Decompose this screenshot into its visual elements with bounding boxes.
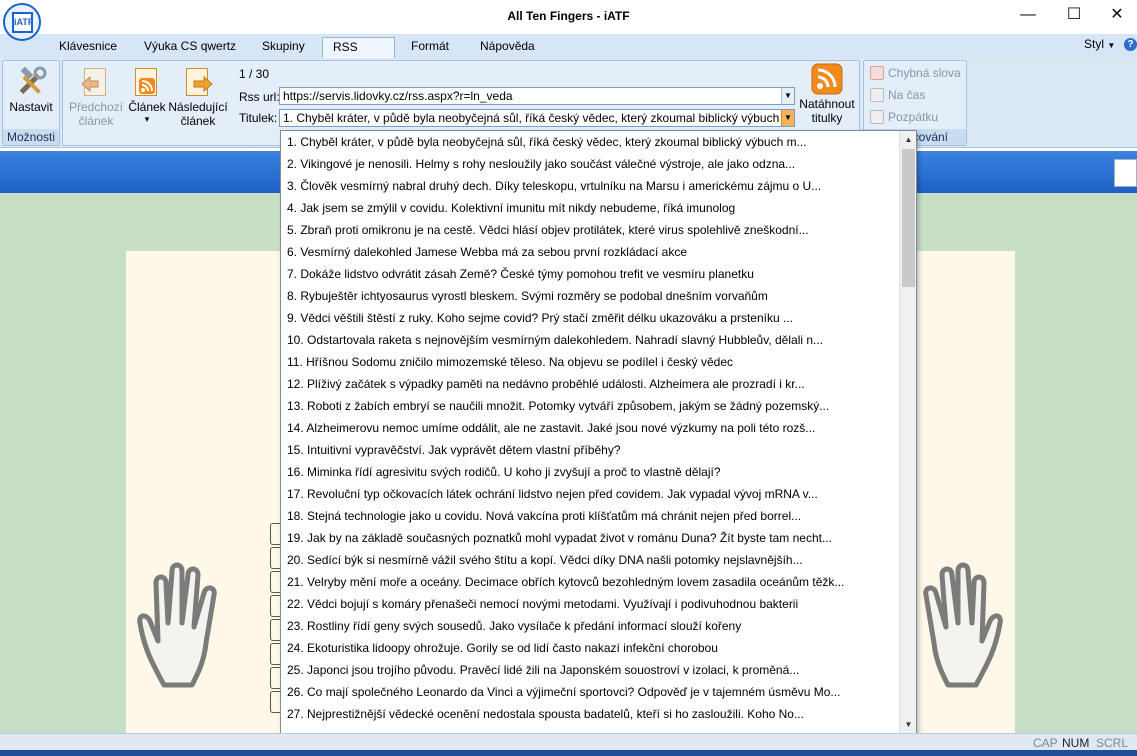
- title-option[interactable]: 21. Velryby mění moře a oceány. Decimace…: [281, 571, 899, 593]
- rss-icon: [811, 63, 843, 95]
- tab-klavesnice[interactable]: Klávesnice: [49, 37, 127, 58]
- caps-lock-indicator: CAP: [1033, 736, 1058, 750]
- chevron-down-icon: ▾: [144, 114, 150, 124]
- error-words-icon: [870, 66, 884, 80]
- tab-vyuka[interactable]: Výuka CS qwertz: [134, 37, 246, 58]
- title-option[interactable]: 24. Ekoturistika lidoopy ohrožuje. Goril…: [281, 637, 899, 659]
- prev-article-icon: [80, 66, 112, 98]
- right-hand-icon: [906, 553, 1006, 693]
- settings-button[interactable]: Nastavit: [5, 63, 57, 114]
- title-select[interactable]: 1. Chyběl kráter, v půdě byla neobyčejná…: [279, 109, 795, 127]
- minimize-button[interactable]: —: [1005, 0, 1051, 32]
- title-option[interactable]: 8. Rybuještěr ichtyosaurus vyrostl blesk…: [281, 285, 899, 307]
- taskbar-strip: [0, 750, 1137, 756]
- title-label: Titulek:: [239, 111, 278, 125]
- rss-url-input[interactable]: https://servis.lidovky.cz/rss.aspx?r=ln_…: [279, 87, 795, 105]
- fetch-titles-label-2: titulky: [811, 111, 843, 125]
- title-option[interactable]: 3. Člověk vesmírný nabral druhý dech. Dí…: [281, 175, 899, 197]
- dropdown-scrollbar[interactable]: ▲ ▼: [899, 131, 916, 733]
- style-menu[interactable]: Styl ▼: [1084, 37, 1115, 51]
- title-option[interactable]: 16. Miminka řídí agresivitu svých rodičů…: [281, 461, 899, 483]
- title-option[interactable]: 12. Plíživý začátek s výpadky paměti na …: [281, 373, 899, 395]
- backward-button[interactable]: Pozpátku: [870, 110, 938, 124]
- clock-icon: [870, 88, 884, 102]
- tools-icon: [15, 66, 47, 98]
- group-options-caption: Možnosti: [3, 129, 59, 145]
- prev-article-button[interactable]: Předchozí článek: [67, 63, 125, 128]
- scroll-down-icon[interactable]: ▼: [900, 716, 916, 733]
- next-article-label-1: Následující: [168, 100, 228, 114]
- article-menu-button[interactable]: Článek ▾: [125, 63, 169, 125]
- title-option[interactable]: 11. Hříšnou Sodomu zničilo mimozemské tě…: [281, 351, 899, 373]
- article-label: Článek: [128, 100, 166, 114]
- num-lock-indicator: NUM: [1062, 736, 1090, 750]
- title-option[interactable]: 22. Vědci bojují s komáry přenašeči nemo…: [281, 593, 899, 615]
- backward-label: Pozpátku: [888, 110, 939, 124]
- help-icon[interactable]: ?: [1124, 38, 1137, 51]
- title-option[interactable]: 4. Jak jsem se zmýlil v covidu. Kolektiv…: [281, 197, 899, 219]
- title-option[interactable]: 5. Zbraň proti omikronu je na cestě. Věd…: [281, 219, 899, 241]
- maximize-button[interactable]: ☐: [1051, 0, 1097, 32]
- style-menu-label: Styl: [1084, 37, 1105, 51]
- rss-url-label: Rss url:: [239, 90, 280, 104]
- scroll-thumb[interactable]: [902, 149, 915, 287]
- scroll-lock-indicator: SCRL: [1096, 736, 1129, 750]
- title-bar: iATF All Ten Fingers - iATF — ☐ ✕: [0, 0, 1137, 41]
- left-hand-icon: [134, 553, 234, 693]
- app-logo-text: iATF: [12, 12, 33, 33]
- prev-article-label-1: Předchozí: [68, 100, 124, 114]
- title-option[interactable]: 9. Vědci věštili štěstí z ruky. Koho sej…: [281, 307, 899, 329]
- error-words-label: Chybná slova: [888, 66, 961, 80]
- backward-icon: [870, 110, 884, 124]
- window-title: All Ten Fingers - iATF: [507, 9, 630, 23]
- group-options: Nastavit Možnosti: [2, 60, 60, 146]
- scroll-up-icon[interactable]: ▲: [900, 131, 916, 148]
- title-option[interactable]: 17. Revoluční typ očkovacích látek ochrá…: [281, 483, 899, 505]
- timed-button[interactable]: Na čas: [870, 88, 925, 102]
- title-option[interactable]: 1. Chyběl kráter, v půdě byla neobyčejná…: [281, 131, 899, 153]
- title-option[interactable]: 27. Nejprestižnější vědecké ocenění nedo…: [281, 703, 899, 725]
- close-window-button[interactable]: ✕: [1094, 0, 1137, 32]
- prev-article-label-2: článek: [78, 114, 114, 128]
- next-article-label-2: článek: [180, 114, 216, 128]
- title-option[interactable]: 26. Co mají společného Leonardo da Vinci…: [281, 681, 899, 703]
- app-logo-icon[interactable]: iATF: [3, 3, 41, 41]
- fetch-titles-button[interactable]: Natáhnout titulky: [796, 60, 858, 125]
- chevron-down-icon[interactable]: ▼: [781, 88, 794, 104]
- title-option[interactable]: 19. Jak by na základě současných poznatk…: [281, 527, 899, 549]
- title-option[interactable]: 10. Odstartovala raketa s nejnovějším ve…: [281, 329, 899, 351]
- timed-label: Na čas: [888, 88, 926, 102]
- title-option[interactable]: 18. Stejná technologie jako u covidu. No…: [281, 505, 899, 527]
- tab-skupiny[interactable]: Skupiny: [252, 37, 315, 58]
- page-indicator: 1 / 30: [239, 67, 270, 81]
- title-option[interactable]: 6. Vesmírný dalekohled Jamese Webba má z…: [281, 241, 899, 263]
- title-option[interactable]: 23. Rostliny řídí geny svých sousedů. Ja…: [281, 615, 899, 637]
- title-option[interactable]: 20. Sedící býk si nesmírně vážil svého š…: [281, 549, 899, 571]
- title-options: 1. Chyběl kráter, v půdě byla neobyčejná…: [281, 131, 899, 725]
- error-words-button[interactable]: Chybná slova: [870, 66, 961, 80]
- next-article-button[interactable]: Následující článek: [167, 63, 229, 128]
- title-option[interactable]: 15. Intuitivní vypravěčství. Jak vyprávě…: [281, 439, 899, 461]
- title-dropdown-list[interactable]: 1. Chyběl kráter, v půdě byla neobyčejná…: [280, 130, 917, 734]
- rss-document-icon: [131, 66, 163, 98]
- document-icon[interactable]: [1114, 159, 1137, 187]
- title-option[interactable]: 7. Dokáže lidstvo odvrátit zásah Země? Č…: [281, 263, 899, 285]
- title-option[interactable]: 14. Alzheimerovu nemoc umíme oddálit, al…: [281, 417, 899, 439]
- settings-label: Nastavit: [9, 100, 53, 114]
- tab-format[interactable]: Formát: [401, 37, 459, 58]
- chevron-down-icon[interactable]: ▼: [781, 110, 794, 126]
- rss-url-value: https://servis.lidovky.cz/rss.aspx?r=ln_…: [283, 89, 513, 103]
- tab-rss-texty[interactable]: RSS texty: [322, 37, 395, 73]
- title-option[interactable]: 2. Vikingové je nenosili. Helmy s rohy n…: [281, 153, 899, 175]
- chevron-down-icon: ▼: [1107, 41, 1116, 50]
- title-option[interactable]: 13. Roboti z žabích embryí se naučili mn…: [281, 395, 899, 417]
- next-article-icon: [182, 66, 214, 98]
- tab-napoveda[interactable]: Nápověda: [470, 37, 545, 58]
- title-select-value: 1. Chyběl kráter, v půdě byla neobyčejná…: [283, 111, 793, 125]
- fetch-titles-label-1: Natáhnout: [799, 97, 855, 111]
- title-option[interactable]: 25. Japonci jsou trojího původu. Pravěcí…: [281, 659, 899, 681]
- ribbon-tabs: Klávesnice Výuka CS qwertz Skupiny RSS t…: [0, 34, 1137, 73]
